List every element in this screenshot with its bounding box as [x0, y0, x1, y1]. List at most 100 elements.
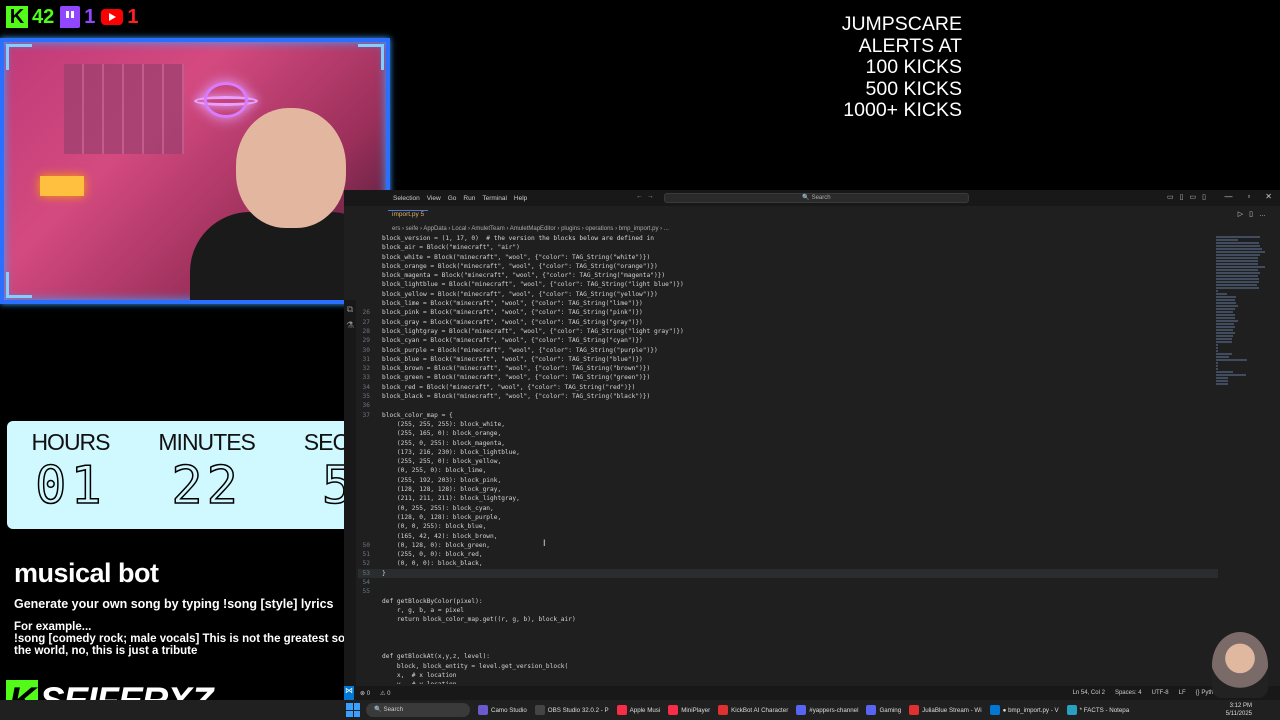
code-line[interactable]: (0, 255, 0): block_lime,: [358, 466, 1218, 475]
code-line[interactable]: (255, 165, 0): block_orange,: [358, 429, 1218, 438]
code-line[interactable]: 55: [358, 587, 1218, 596]
code-line[interactable]: (255, 255, 0): block_yellow,: [358, 457, 1218, 466]
code-line[interactable]: (255, 0, 255): block_magenta,: [358, 439, 1218, 448]
minimize-icon[interactable]: —: [1224, 192, 1232, 201]
code-editor[interactable]: block_version = (1, 17, 0) # the version…: [358, 234, 1218, 684]
command-search-input[interactable]: 🔍 Search: [664, 193, 969, 203]
code-line[interactable]: (128, 128, 128): block_gray,: [358, 485, 1218, 494]
code-line[interactable]: def getBlockAt(x,y,z, level):: [358, 652, 1218, 661]
taskbar-app[interactable]: OBS Studio 32.0.2 - P: [534, 705, 609, 715]
taskbar-app[interactable]: Gaming: [866, 705, 901, 715]
jumpscare-line: 500 KICKS: [865, 77, 962, 100]
code-line[interactable]: 30 block_purple = Block("minecraft", "woo…: [358, 346, 1218, 355]
menu-view[interactable]: View: [427, 195, 441, 202]
minimap-line: [1216, 359, 1248, 361]
code-line[interactable]: [358, 643, 1218, 652]
code-line[interactable]: (165, 42, 42): block_brown,: [358, 532, 1218, 541]
breadcrumb[interactable]: ers › seife › AppData › Local › AmuletTe…: [392, 226, 669, 232]
code-line[interactable]: (128, 0, 128): block_purple,: [358, 513, 1218, 522]
code-line[interactable]: (0, 0, 255): block_blue,: [358, 522, 1218, 531]
secondary-sidebar-icon[interactable]: ▯: [1202, 193, 1206, 201]
code-line[interactable]: (211, 211, 211): block_lightgray,: [358, 494, 1218, 503]
code-line[interactable]: (255, 255, 255): block_white,: [358, 420, 1218, 429]
panel-toggle-icon[interactable]: ▭: [1190, 193, 1197, 201]
code-line[interactable]: 29 block_cyan = Block("minecraft", "wool"…: [358, 336, 1218, 345]
taskbar-search[interactable]: 🔍 Search: [366, 703, 470, 717]
code-line[interactable]: 34 block_red = Block("minecraft", "wool",…: [358, 383, 1218, 392]
split-editor-icon[interactable]: ▯: [1249, 211, 1259, 218]
menu-selection[interactable]: Selection: [393, 195, 420, 202]
code-line[interactable]: y, # y location: [358, 680, 1218, 684]
line-ending[interactable]: LF: [1179, 690, 1186, 696]
minimap-line: [1216, 299, 1236, 301]
taskbar-app[interactable]: #yappers-channel: [796, 705, 858, 715]
code-line[interactable]: def getBlockByColor(pixel):: [358, 597, 1218, 606]
menu-go[interactable]: Go: [448, 195, 457, 202]
menu-run[interactable]: Run: [463, 195, 475, 202]
code-line[interactable]: 32 block_brown = Block("minecraft", "wool…: [358, 364, 1218, 373]
code-line[interactable]: (0, 255, 255): block_cyan,: [358, 504, 1218, 513]
taskbar-app[interactable]: KickBot AI Character: [718, 705, 788, 715]
code-line[interactable]: 36: [358, 401, 1218, 410]
taskbar-app[interactable]: * FACTS - Notepa: [1066, 705, 1129, 715]
close-icon[interactable]: ✕: [1265, 192, 1272, 201]
extensions-icon[interactable]: ⧉: [344, 304, 356, 316]
warnings-count[interactable]: ⚠ 0: [380, 690, 390, 697]
maximize-icon[interactable]: ▫: [1247, 192, 1250, 201]
more-icon[interactable]: …: [1259, 211, 1272, 218]
menu-help[interactable]: Help: [514, 195, 527, 202]
code-line[interactable]: 27 block_gray = Block("minecraft", "wool"…: [358, 318, 1218, 327]
neon-planet-icon: [204, 82, 248, 118]
code-line[interactable]: 35 block_black = Block("minecraft", "wool…: [358, 392, 1218, 401]
taskbar-app[interactable]: MiniPlayer: [668, 705, 710, 715]
test-icon[interactable]: ⚗: [344, 320, 356, 332]
code-line[interactable]: 54: [358, 578, 1218, 587]
code-line[interactable]: r, g, b, a = pixel: [358, 606, 1218, 615]
code-line[interactable]: block_orange = Block("minecraft", "wool"…: [358, 262, 1218, 271]
code-line[interactable]: 26 block_pink = Block("minecraft", "wool"…: [358, 308, 1218, 317]
code-line[interactable]: 33 block_green = Block("minecraft", "wool…: [358, 373, 1218, 382]
menu-terminal[interactable]: Terminal: [482, 195, 507, 202]
layout-icon[interactable]: ▭: [1167, 193, 1174, 201]
minimap-line: [1216, 329, 1233, 331]
code-line[interactable]: 50 (0, 128, 0): block_green,: [358, 541, 1218, 550]
run-icon[interactable]: ▷: [1238, 211, 1249, 218]
tab-bmp-import[interactable]: import.py 5: [388, 210, 429, 218]
code-line[interactable]: 28 block_lightgray = Block("minecraft", "…: [358, 327, 1218, 336]
code-line[interactable]: 31 block_blue = Block("minecraft", "wool"…: [358, 355, 1218, 364]
code-line[interactable]: 37 block_color_map = {: [358, 411, 1218, 420]
forward-arrow-icon[interactable]: →: [647, 193, 654, 200]
code-line[interactable]: (255, 192, 203): block_pink,: [358, 476, 1218, 485]
code-line[interactable]: block_lime = Block("minecraft", "wool", …: [358, 299, 1218, 308]
code-line[interactable]: block_version = (1, 17, 0) # the version…: [358, 234, 1218, 243]
code-line[interactable]: block, block_entity = level.get_version_…: [358, 662, 1218, 671]
taskbar-clock[interactable]: 3:12 PM 5/11/2025: [1226, 702, 1252, 718]
code-line[interactable]: block_white = Block("minecraft", "wool",…: [358, 253, 1218, 262]
code-line[interactable]: 51 (255, 0, 0): block_red,: [358, 550, 1218, 559]
sidebar-toggle-icon[interactable]: ▯: [1180, 193, 1184, 201]
indentation[interactable]: Spaces: 4: [1115, 690, 1142, 696]
code-line[interactable]: 52 (0, 0, 0): block_black,: [358, 559, 1218, 568]
remote-icon[interactable]: ⋈: [344, 686, 354, 700]
taskbar-app[interactable]: JuliaBlue Stream - Wi: [909, 705, 982, 715]
back-arrow-icon[interactable]: ←: [636, 193, 643, 200]
taskbar-app[interactable]: ● bmp_import.py - V: [989, 705, 1059, 715]
taskbar-app[interactable]: Camo Studio: [478, 705, 527, 715]
encoding[interactable]: UTF-8: [1152, 690, 1169, 696]
code-line[interactable]: [358, 634, 1218, 643]
line-number: [358, 290, 382, 299]
code-line[interactable]: x, # x location: [358, 671, 1218, 680]
taskbar-app[interactable]: Apple Musi: [616, 705, 660, 715]
code-line[interactable]: (173, 216, 230): block_lightblue,: [358, 448, 1218, 457]
cursor-position[interactable]: Ln 54, Col 2: [1073, 690, 1105, 696]
minimap[interactable]: [1216, 236, 1276, 385]
code-line[interactable]: block_magenta = Block("minecraft", "wool…: [358, 271, 1218, 280]
code-line[interactable]: [358, 624, 1218, 633]
start-button[interactable]: [346, 703, 360, 717]
code-line[interactable]: return block_color_map.get((r, g, b), bl…: [358, 615, 1218, 624]
code-line[interactable]: block_lightblue = Block("minecraft", "wo…: [358, 280, 1218, 289]
code-line[interactable]: block_yellow = Block("minecraft", "wool"…: [358, 290, 1218, 299]
code-line[interactable]: 53}: [358, 568, 1218, 578]
errors-count[interactable]: ⊗ 0: [360, 690, 370, 697]
code-line[interactable]: block_air = Block("minecraft", "air"): [358, 243, 1218, 252]
